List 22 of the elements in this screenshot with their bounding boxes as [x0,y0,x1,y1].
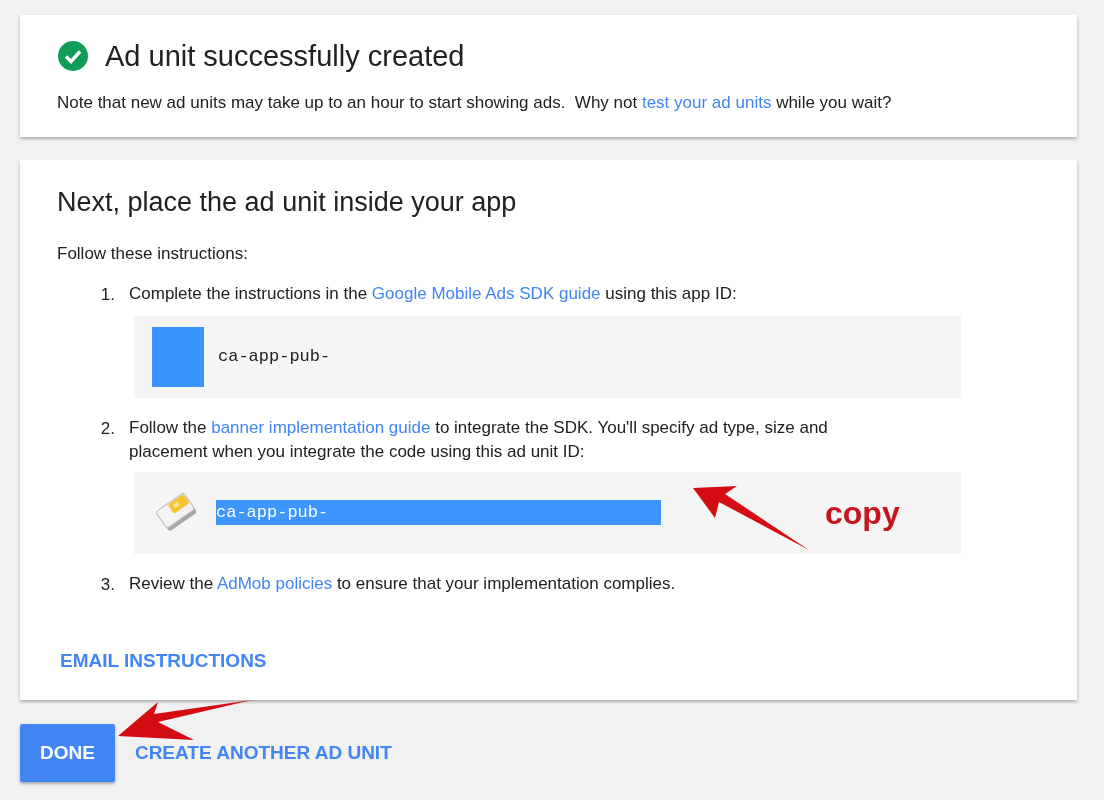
create-ad-unit-button[interactable]: CREATE ANOTHER AD UNIT [130,723,396,783]
redaction-block [152,326,204,387]
success-title: Ad unit successfully created [105,39,465,74]
step-number: 3. [99,573,116,596]
check-circle-icon [57,40,89,73]
step-text: Review the AdMob policies to ensure that your implementation complies. [129,572,676,595]
note-text: Note that new ad units may take up to an hour to start showing ads. Why not test your ad units while you wait? [57,91,893,114]
annotation-label: copy [825,493,900,533]
step-text: Follow the banner implementation guide to integrate the SDK. You'll specify ad type, size and placement when you integrate the code using this ad unit ID: [129,416,829,463]
code-text: ca-app-pub- [216,499,661,526]
code-text: ca-app-pub- [218,345,331,368]
email-instructions-button[interactable]: EMAIL INSTRUCTIONS [60,647,267,676]
test-ad-units-link[interactable]: test your ad units [641,92,772,112]
done-button[interactable]: DONE [20,723,115,783]
guide-link[interactable]: banner implementation guide [211,417,431,437]
section-title: Next, place the ad unit inside your app [57,186,518,219]
step-text: Complete the instructions in the Google Mobile Ads SDK guide using this app ID: [129,283,737,306]
guide-link[interactable]: Google Mobile Ads SDK guide [371,284,601,304]
intro-text: Follow these instructions: [57,242,249,265]
step-number: 1. [99,284,116,307]
step-number: 2. [99,417,116,440]
guide-link[interactable]: AdMob policies [216,573,333,593]
